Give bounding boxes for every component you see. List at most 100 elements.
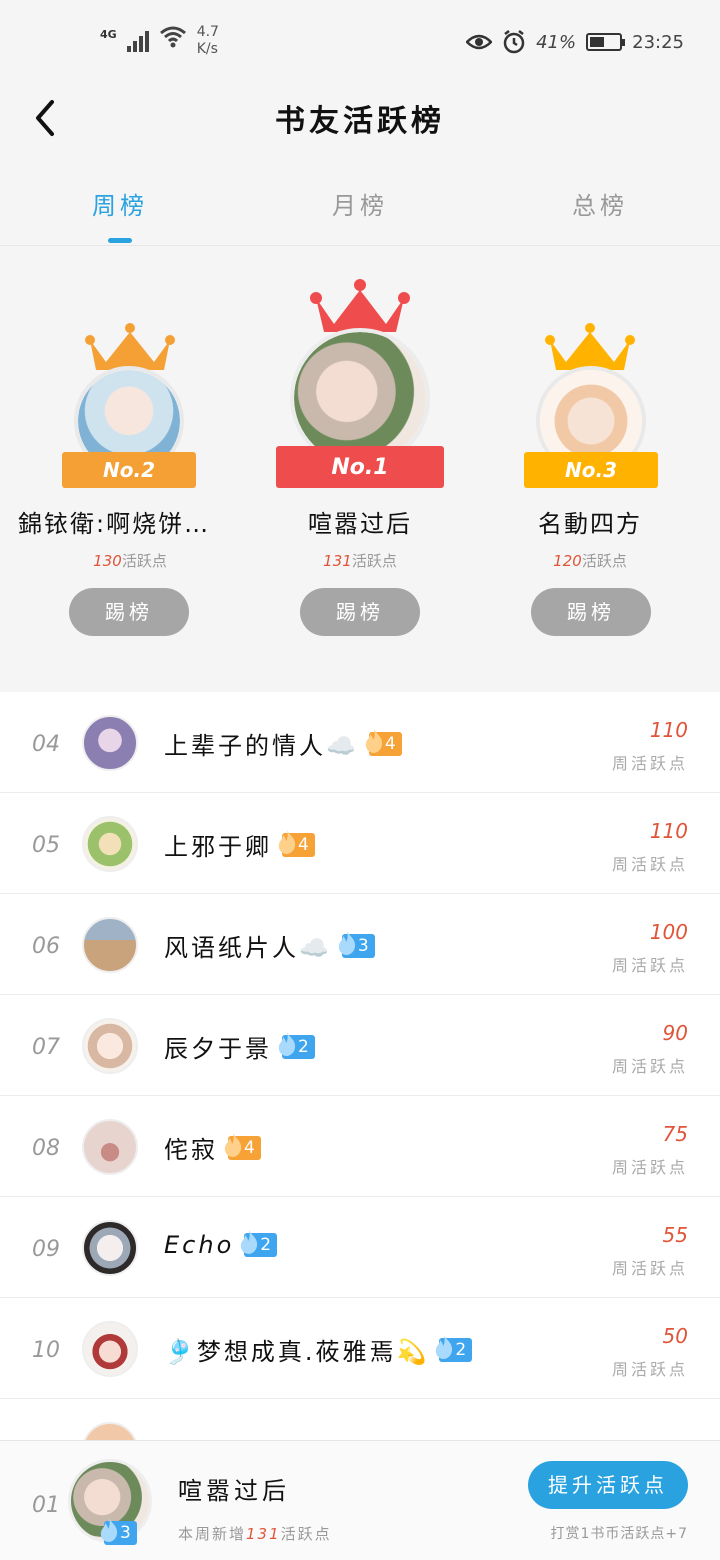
level-badge: 2 — [241, 1230, 278, 1257]
points-unit: 周活跃点 — [611, 1360, 688, 1379]
list-item[interactable]: 06 风语纸片人☁️ 3 100 周活跃点 — [0, 894, 720, 995]
wifi-icon — [159, 26, 186, 48]
status-left: 4G 4.7 K/s — [100, 24, 219, 58]
podium-name: 喧嚣过后 — [308, 510, 412, 538]
signal-icon — [126, 28, 149, 52]
avatar — [82, 715, 138, 771]
points-unit: 周活跃点 — [611, 1158, 688, 1177]
rank-number: 06 — [32, 934, 60, 959]
points-unit: 周活跃点 — [611, 1057, 688, 1076]
status-right: 41% 23:25 — [466, 30, 684, 54]
crown-icon — [85, 323, 175, 370]
tab-bar: 周榜 月榜 总榜 — [0, 172, 720, 246]
points-value: 55 — [662, 1223, 688, 1247]
flame-icon — [365, 728, 383, 753]
list-item[interactable]: 08 侘寂 4 75 周活跃点 — [0, 1096, 720, 1197]
flame-icon — [224, 1132, 242, 1157]
podium-second[interactable]: No.2 錦铱衛:啊烧饼… 130活跃点 踢榜 — [0, 246, 260, 678]
list-item-partial[interactable] — [0, 1399, 720, 1440]
points-value: 90 — [662, 1021, 688, 1045]
user-name: 上辈子的情人☁️ 4 — [164, 726, 402, 761]
app-header: 书友活跃榜 — [0, 80, 720, 160]
user-name: 风语纸片人☁️ 3 — [164, 928, 375, 963]
list-item[interactable]: 10 🎐梦想成真.莜雅焉💫 2 50 周活跃点 — [0, 1298, 720, 1399]
network-type: 4G — [100, 28, 117, 41]
rank-number: 10 — [32, 1338, 60, 1363]
my-rank-number: 01 — [32, 1493, 60, 1518]
list-item[interactable]: 05 上邪于卿 4 110 周活跃点 — [0, 793, 720, 894]
avatar — [82, 816, 138, 872]
points-unit: 周活跃点 — [611, 855, 688, 874]
kick-button[interactable]: 踢榜 — [531, 588, 651, 636]
level-badge: 4 — [224, 1132, 261, 1160]
tab-total[interactable]: 总榜 — [480, 172, 720, 245]
status-bar: 4G 4.7 K/s 41% 23:25 — [0, 0, 720, 80]
podium-name: 名動四方 — [538, 510, 642, 538]
podium-points: 130活跃点 — [93, 552, 167, 570]
avatar — [82, 1119, 138, 1175]
rank-number: 05 — [32, 833, 60, 858]
points-value: 50 — [662, 1324, 688, 1348]
boost-points-button[interactable]: 提升活跃点 — [528, 1461, 688, 1509]
kick-button[interactable]: 踢榜 — [300, 588, 420, 636]
level-badge: 2 — [278, 1031, 315, 1059]
battery-percent: 41% — [536, 31, 577, 53]
eye-icon — [466, 34, 493, 50]
avatar — [82, 1422, 138, 1440]
flame-icon — [436, 1334, 453, 1359]
my-weekly-points: 本周新增131活跃点 — [178, 1525, 332, 1543]
my-rank-bar: 01 3 喧嚣过后 本周新增131活跃点 提升活跃点 打赏1书币活跃点+7 — [0, 1440, 720, 1560]
flame-icon — [100, 1518, 118, 1542]
list-item[interactable]: 07 辰夕于景 2 90 周活跃点 — [0, 995, 720, 1096]
clock: 23:25 — [632, 31, 684, 53]
crown-icon — [545, 323, 635, 370]
points-value: 75 — [662, 1122, 688, 1146]
rank-number: 07 — [32, 1035, 60, 1060]
user-name: 辰夕于景 2 — [164, 1029, 315, 1064]
rank-number: 08 — [32, 1136, 60, 1161]
avatar — [82, 917, 138, 973]
points-unit: 周活跃点 — [611, 1259, 688, 1278]
points-unit: 周活跃点 — [611, 754, 688, 773]
battery-icon — [586, 33, 626, 51]
user-name: Echo 2 — [164, 1230, 278, 1259]
flame-icon — [338, 930, 356, 955]
points-value: 100 — [649, 920, 688, 944]
avatar — [82, 1220, 138, 1276]
rank-number: 04 — [32, 732, 60, 757]
avatar — [82, 1321, 138, 1377]
podium-name: 錦铱衛:啊烧饼… — [18, 510, 211, 538]
kick-button[interactable]: 踢榜 — [69, 588, 189, 636]
avatar — [82, 1018, 138, 1074]
user-name: 🎐梦想成真.莜雅焉💫 2 — [164, 1332, 473, 1367]
tab-monthly[interactable]: 月榜 — [240, 172, 480, 245]
level-badge: 4 — [365, 728, 402, 756]
flame-icon — [278, 1031, 296, 1056]
ranking-list: 04 上辈子的情人☁️ 4 110 周活跃点 05 上邪于卿 4 110 周活跃… — [0, 692, 720, 1440]
flame-icon — [241, 1230, 258, 1254]
alarm-icon — [503, 30, 525, 54]
rank-badge: No.1 — [276, 446, 444, 488]
points-value: 110 — [649, 718, 688, 742]
my-name: 喧嚣过后 — [178, 1477, 290, 1505]
user-name: 侘寂 4 — [164, 1130, 261, 1165]
level-badge: 3 — [100, 1518, 137, 1545]
tab-weekly[interactable]: 周榜 — [0, 172, 240, 245]
points-value: 110 — [649, 819, 688, 843]
podium-points: 131活跃点 — [323, 552, 397, 570]
page-title: 书友活跃榜 — [275, 104, 445, 139]
level-badge: 3 — [338, 930, 375, 958]
list-item[interactable]: 04 上辈子的情人☁️ 4 110 周活跃点 — [0, 692, 720, 793]
rank-badge: No.3 — [524, 452, 658, 488]
rank-number: 09 — [32, 1237, 60, 1262]
level-badge: 4 — [278, 829, 315, 857]
rank-badge: No.2 — [62, 452, 196, 488]
podium-first[interactable]: No.1 喧嚣过后 131活跃点 踢榜 — [240, 246, 480, 678]
net-speed: 4.7 K/s — [196, 24, 219, 57]
list-item[interactable]: 09 Echo 2 55 周活跃点 — [0, 1197, 720, 1298]
crown-icon — [310, 279, 410, 332]
podium: No.2 錦铱衛:啊烧饼… 130活跃点 踢榜 No.1 喧嚣过后 131活跃点… — [0, 246, 720, 678]
podium-third[interactable]: No.3 名動四方 120活跃点 踢榜 — [460, 246, 720, 678]
flame-icon — [278, 829, 296, 854]
level-badge: 2 — [436, 1334, 473, 1362]
